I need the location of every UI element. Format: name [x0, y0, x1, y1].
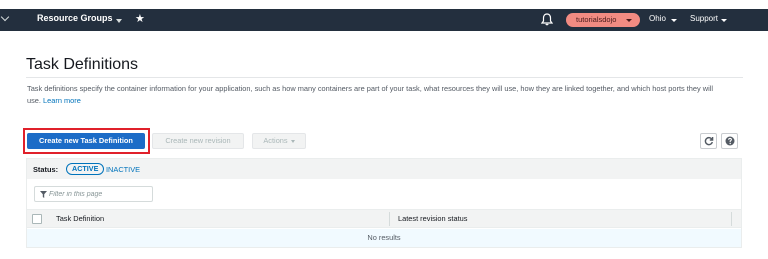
learn-more-link[interactable]: Learn more	[43, 96, 81, 105]
column-divider	[731, 212, 732, 226]
actions-label: Actions	[263, 136, 288, 145]
page-title: Task Definitions	[26, 56, 139, 73]
caret-down-icon[interactable]	[671, 19, 677, 22]
bell-icon[interactable]	[541, 13, 553, 26]
header-divider	[26, 77, 743, 78]
filter-input[interactable]	[49, 189, 149, 200]
pin-icon[interactable]: ★	[135, 12, 145, 25]
region-selector[interactable]: Ohio	[649, 14, 666, 23]
status-inactive-link[interactable]: INACTIVE	[106, 165, 140, 174]
account-menu[interactable]: tutorialsdojo	[566, 13, 640, 27]
filter-icon	[40, 191, 47, 198]
account-name: tutorialsdojo	[576, 15, 617, 24]
help-button[interactable]	[721, 133, 738, 149]
refresh-icon	[704, 137, 714, 146]
column-task-definition[interactable]: Task Definition	[56, 214, 104, 223]
task-definitions-table: Status: ACTIVE INACTIVE Task Definition …	[26, 158, 742, 248]
status-filter-bar: Status: ACTIVE INACTIVE	[27, 159, 741, 179]
status-active-toggle[interactable]: ACTIVE	[66, 163, 105, 175]
description-text: Task definitions specify the container i…	[27, 84, 714, 105]
caret-down-icon[interactable]	[116, 19, 122, 23]
top-navigation-bar: Resource Groups ★ tutorialsdojo Ohio Sup…	[0, 9, 768, 31]
help-icon	[725, 136, 735, 146]
caret-down-icon	[290, 139, 295, 143]
caret-down-icon	[626, 19, 632, 22]
empty-message: No results	[27, 229, 741, 247]
table-header: Task Definition Latest revision status	[27, 209, 741, 228]
select-all-checkbox[interactable]	[32, 214, 42, 224]
actions-button[interactable]: Actions	[252, 133, 306, 149]
resource-groups-menu[interactable]: Resource Groups	[37, 13, 113, 23]
create-revision-button[interactable]: Create new revision	[152, 133, 244, 149]
chevron-right-icon[interactable]	[0, 12, 10, 22]
filter-box[interactable]	[34, 186, 153, 202]
column-latest-revision-status[interactable]: Latest revision status	[398, 214, 467, 223]
column-divider	[389, 212, 390, 226]
refresh-button[interactable]	[700, 133, 717, 149]
status-label: Status:	[33, 165, 59, 174]
caret-down-icon[interactable]	[721, 19, 727, 22]
support-menu[interactable]: Support	[690, 14, 718, 23]
create-task-definition-button[interactable]: Create new Task Definition	[27, 133, 145, 149]
page-description: Task definitions specify the container i…	[27, 83, 727, 106]
